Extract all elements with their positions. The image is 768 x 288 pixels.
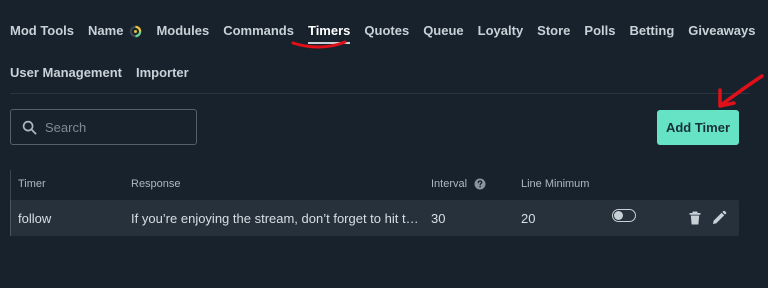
tab-label: Polls [584,23,616,38]
header-interval: Interval [431,178,486,190]
tab-queue[interactable]: Queue [423,22,463,40]
tab-betting[interactable]: Betting [629,22,674,40]
header-interval-label: Interval [431,178,468,190]
tab-timers[interactable]: Timers [307,22,351,44]
header-response: Response [131,178,181,190]
nav-row-1: Mod Tools Name Modules Commands Timers Q… [10,22,768,44]
cell-response: If you’re enjoying the stream, don’t for… [131,211,421,226]
help-icon[interactable] [474,178,486,190]
tab-giveaways[interactable]: Giveaways [688,22,755,40]
tab-commands[interactable]: Commands [223,22,294,40]
search-icon [22,120,37,134]
tab-label: Queue [423,23,464,38]
header-line-minimum: Line Minimum [521,178,590,190]
tab-label: User Management [10,65,122,80]
tab-label: Giveaways [688,23,756,38]
add-timer-button[interactable]: Add Timer [657,110,739,145]
tab-quotes[interactable]: Quotes [364,22,409,40]
cell-line-minimum: 20 [521,211,536,226]
tab-mod-tools[interactable]: Mod Tools [10,22,74,40]
tab-label: Store [537,23,571,38]
tab-label: Mod Tools [10,23,75,38]
tab-label: Betting [629,23,675,38]
cell-interval: 30 [431,211,446,226]
tab-loyalty[interactable]: Loyalty [478,22,524,40]
table-row[interactable]: follow If you’re enjoying the stream, do… [10,200,739,236]
tab-label: Loyalty [477,23,524,38]
timers-table: Timer Response Interval Line Minimum fol… [10,170,739,236]
nav-row-2: User Management Importer [10,64,203,82]
toggle-knob [614,211,623,220]
tab-importer[interactable]: Importer [136,64,189,82]
header-timer: Timer [18,178,46,190]
spinner-icon [130,25,142,37]
table-header: Timer Response Interval Line Minimum [10,170,739,200]
cell-timer: follow [18,211,52,226]
tab-label: Timers [307,23,351,38]
search-input[interactable] [45,119,185,135]
search-box[interactable] [10,109,197,145]
tab-label: Commands [223,23,294,38]
tab-label: Quotes [364,23,410,38]
tab-user-management[interactable]: User Management [10,64,122,82]
trash-icon[interactable] [687,210,703,226]
tab-modules[interactable]: Modules [156,22,209,40]
tab-label: Name [88,23,124,38]
pencil-icon[interactable] [711,210,727,226]
enabled-toggle[interactable] [612,209,636,222]
tab-polls[interactable]: Polls [584,22,615,40]
timers-page: Mod Tools Name Modules Commands Timers Q… [0,0,768,288]
tab-label: Modules [156,23,210,38]
tab-label: Importer [135,65,189,80]
module-nav: Mod Tools Name Modules Commands Timers Q… [10,0,755,94]
tab-name[interactable]: Name [88,22,142,40]
tab-store[interactable]: Store [537,22,570,40]
